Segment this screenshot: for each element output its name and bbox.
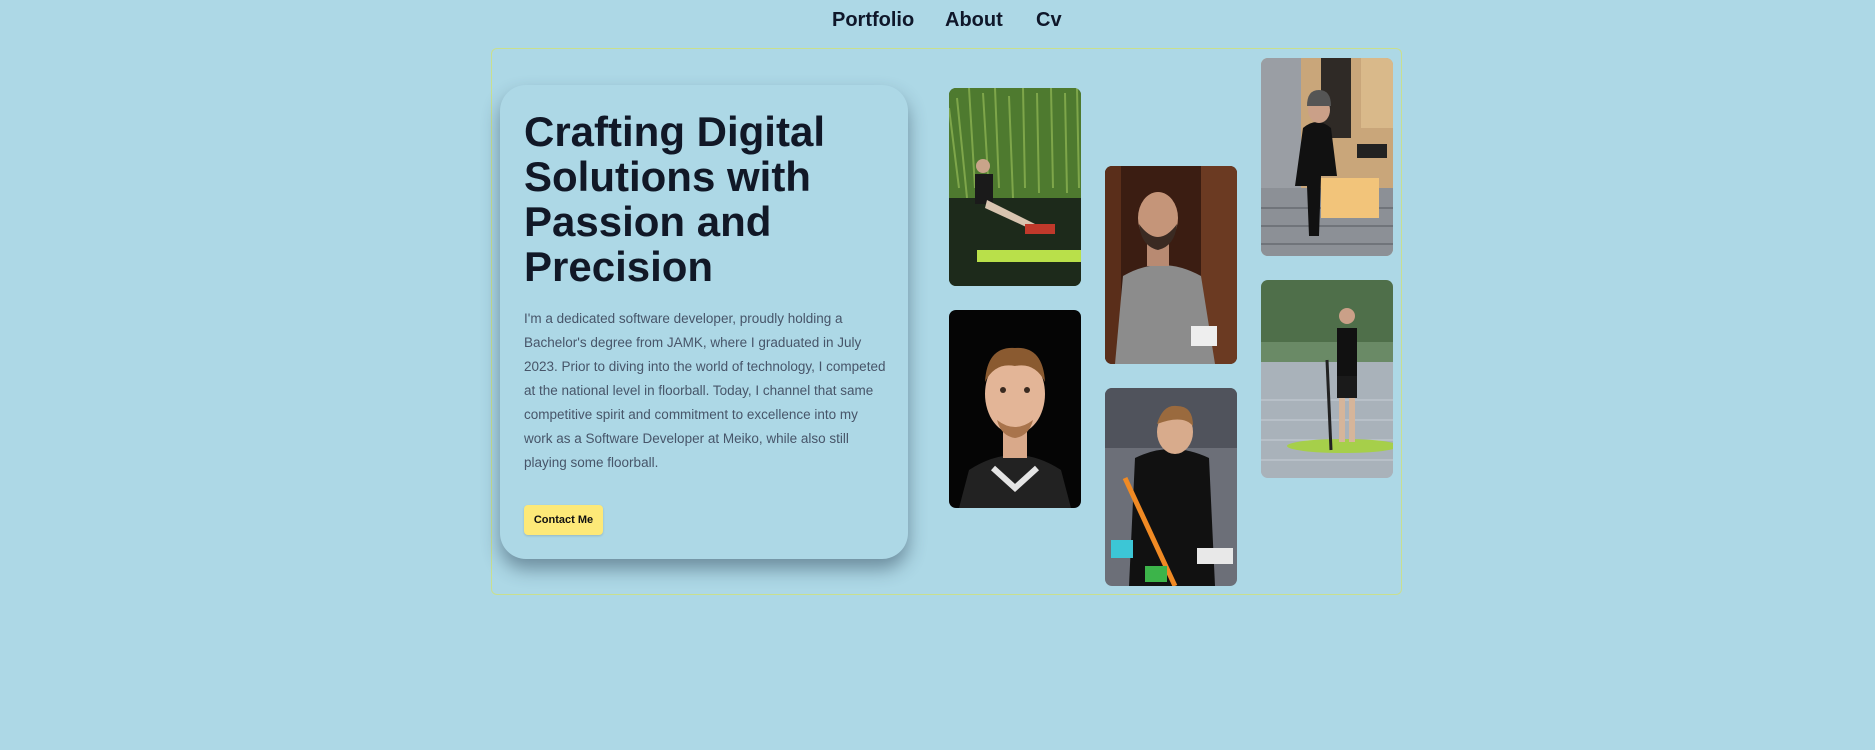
hero-title: Crafting Digital Solutions with Passion … (524, 108, 825, 290)
photo-floorball (1105, 388, 1237, 586)
nav-link-about[interactable]: About (945, 9, 1003, 32)
hero-card: Crafting Digital Solutions with Passion … (500, 85, 908, 559)
photo-paddleboard (1261, 280, 1393, 478)
top-nav: Portfolio About Cv (0, 0, 1875, 42)
contact-me-button[interactable]: Contact Me (524, 505, 603, 535)
nav-link-cv[interactable]: Cv (1036, 9, 1062, 32)
photo-hoodie-stairs (1261, 58, 1393, 256)
photo-lake-sitting (949, 88, 1081, 286)
hero-description: I'm a dedicated software developer, prou… (524, 311, 886, 470)
photo-portrait (949, 310, 1081, 508)
photo-sweater-bench (1105, 166, 1237, 364)
nav-link-portfolio[interactable]: Portfolio (832, 9, 914, 32)
